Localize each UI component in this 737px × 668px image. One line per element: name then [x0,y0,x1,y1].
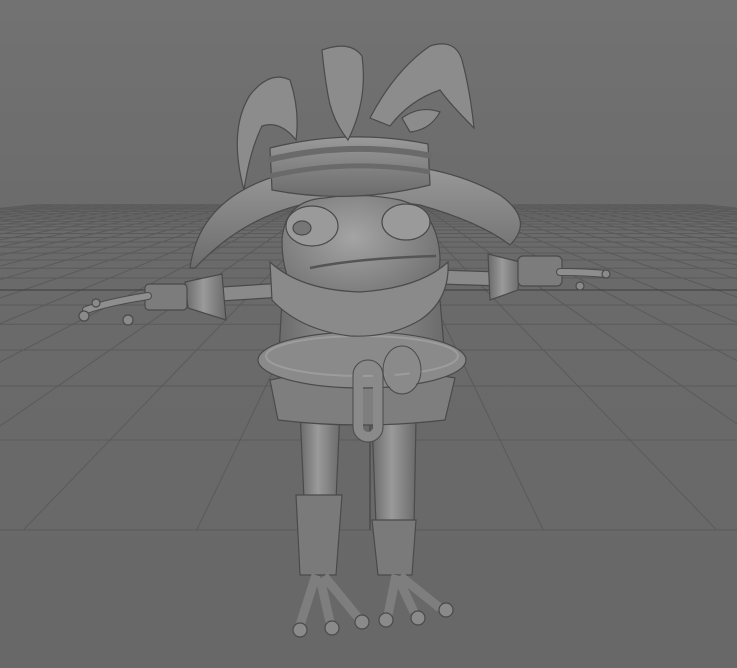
left-arm [78,273,301,326]
left-leg [292,409,370,638]
frog-model[interactable] [78,43,611,638]
right-eye [381,203,431,241]
3d-viewport[interactable] [0,0,737,668]
right-leg [371,419,454,628]
right-arm [439,253,611,301]
viewport-canvas[interactable] [0,0,737,668]
